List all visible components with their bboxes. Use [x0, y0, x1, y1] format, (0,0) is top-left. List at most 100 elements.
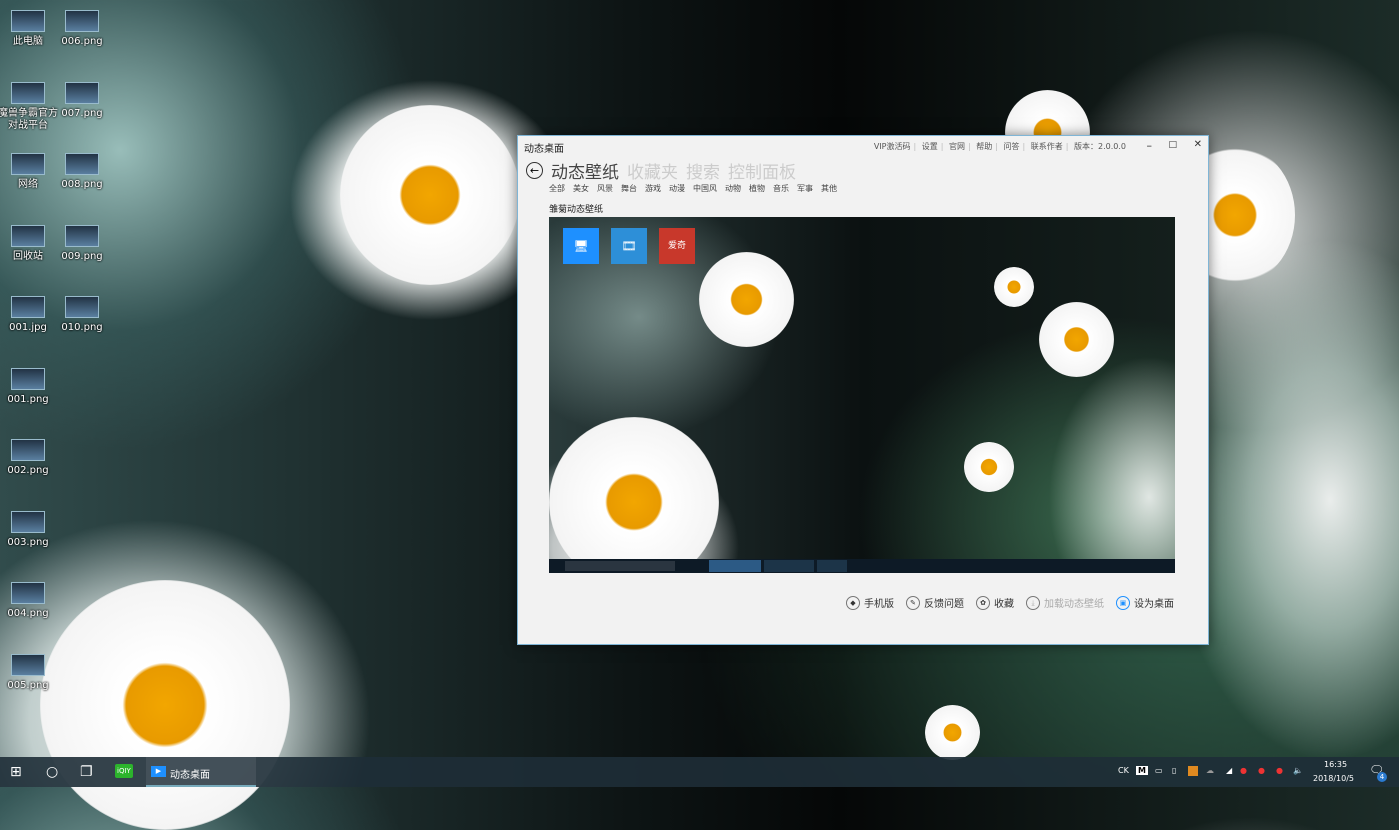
desktop-icon-label: 009.png: [61, 251, 102, 262]
clock-time[interactable]: 16:35: [1324, 760, 1347, 769]
desktop-icon[interactable]: 004.png: [0, 582, 58, 620]
wifi-icon[interactable]: ◢: [1226, 766, 1232, 775]
action-download-button[interactable]: ⤓加载动态壁纸: [1026, 595, 1104, 610]
clock-date[interactable]: 2018/10/5: [1313, 774, 1354, 783]
display-icon[interactable]: ▭: [1155, 766, 1163, 775]
tab-wallpapers[interactable]: 动态壁纸: [551, 158, 619, 183]
file-thumbnail-icon: [11, 582, 45, 604]
desktop-icon[interactable]: 010.png: [52, 296, 112, 334]
desktop-icon[interactable]: 007.png: [52, 82, 112, 120]
file-thumbnail-icon: [65, 10, 99, 32]
daisy: [925, 705, 980, 760]
version-label: 版本：2.0.0.0: [1074, 142, 1126, 151]
qq-icon[interactable]: ●: [1240, 766, 1247, 775]
volume-icon[interactable]: 🔈: [1293, 766, 1303, 775]
desktop-icon[interactable]: 006.png: [52, 10, 112, 48]
desktop-icon[interactable]: 005.png: [0, 654, 58, 692]
file-thumbnail-icon: [65, 296, 99, 318]
qq-icon[interactable]: ●: [1276, 766, 1283, 775]
desktop-icon[interactable]: 002.png: [0, 439, 58, 477]
file-thumbnail-icon: [65, 225, 99, 247]
desktop-icon[interactable]: 008.png: [52, 153, 112, 191]
android-icon: ◆: [846, 596, 860, 610]
category-7[interactable]: 动物: [725, 183, 741, 194]
action-label: 手机版: [864, 595, 894, 610]
tab-favorites[interactable]: 收藏夹: [627, 158, 678, 183]
action-label: 设为桌面: [1134, 595, 1174, 610]
notification-count: 4: [1377, 772, 1387, 782]
header-links: VIP激活码| 设置| 官网| 帮助| 问答| 联系作者| 版本：2.0.0.0: [874, 141, 1126, 152]
action-label: 反馈问题: [924, 595, 964, 610]
desktop-icon-label: 007.png: [61, 108, 102, 119]
cortana-icon[interactable]: ○: [46, 764, 58, 780]
daisy: [549, 417, 719, 573]
desktop-icon-label: 004.png: [7, 608, 48, 619]
wallpaper-preview[interactable]: 🖥 🎞 爱奇: [549, 217, 1175, 573]
desktop-icon-label: 001.jpg: [9, 322, 47, 333]
play-icon: ▶: [151, 766, 166, 777]
category-5[interactable]: 动漫: [669, 183, 685, 194]
category-11[interactable]: 其他: [821, 183, 837, 194]
desktop-icon[interactable]: 009.png: [52, 225, 112, 263]
minimize-button[interactable]: –: [1147, 139, 1153, 152]
download-icon: ⤓: [1026, 596, 1040, 610]
website-link[interactable]: 官网: [949, 142, 965, 151]
taskbar-app-dynamic-desktop[interactable]: ▶ 动态桌面: [146, 757, 256, 787]
taskbar: ⊞ ○ ❐ iQIY ▶ 动态桌面 CK M ▭ ▯ ☁ ◢ ● ● ● 🔈 1…: [0, 757, 1399, 787]
contact-link[interactable]: 联系作者: [1031, 142, 1063, 151]
preview-tile: 🎞: [611, 228, 647, 264]
maximize-button[interactable]: □: [1168, 140, 1177, 150]
file-thumbnail-icon: [65, 153, 99, 175]
desktop-icon-label: 003.png: [7, 537, 48, 548]
file-thumbnail-icon: [11, 296, 45, 318]
m-app-icon[interactable]: M: [1136, 766, 1148, 775]
category-4[interactable]: 游戏: [645, 183, 661, 194]
action-android-button[interactable]: ◆ 手机版: [846, 595, 894, 610]
category-2[interactable]: 风景: [597, 183, 613, 194]
category-3[interactable]: 舞台: [621, 183, 637, 194]
category-1[interactable]: 美女: [573, 183, 589, 194]
tab-control-panel[interactable]: 控制面板: [728, 158, 796, 183]
wallpaper-title: 雏菊动态壁纸: [549, 202, 603, 215]
desktop-icon[interactable]: 001.jpg: [0, 296, 58, 334]
desktop-icon[interactable]: 网络: [0, 153, 58, 191]
action-favorite-button[interactable]: ✿收藏: [976, 595, 1014, 610]
action-feedback-button[interactable]: ✎ 反馈问题: [906, 595, 964, 610]
tray-app-icon[interactable]: [1188, 766, 1198, 776]
category-6[interactable]: 中国风: [693, 183, 717, 194]
onedrive-icon[interactable]: ☁: [1206, 766, 1214, 775]
usb-icon[interactable]: ▯: [1172, 766, 1176, 775]
desktop-icon-label: 此电脑: [13, 36, 43, 47]
windows-start-icon[interactable]: ⊞: [10, 764, 22, 780]
category-9[interactable]: 音乐: [773, 183, 789, 194]
close-button[interactable]: ✕: [1194, 139, 1202, 150]
settings-link[interactable]: 设置: [922, 142, 938, 151]
qq-icon[interactable]: ●: [1258, 766, 1265, 775]
help-link[interactable]: 帮助: [976, 142, 992, 151]
ime-indicator[interactable]: CK: [1118, 766, 1129, 775]
qa-link[interactable]: 问答: [1004, 142, 1020, 151]
back-arrow-icon[interactable]: ←: [526, 162, 543, 179]
preview-tile: 🖥: [563, 228, 599, 264]
action-set-desktop-button[interactable]: ▣设为桌面: [1116, 595, 1174, 610]
desktop-icon[interactable]: 001.png: [0, 368, 58, 406]
desktop-icon[interactable]: 003.png: [0, 511, 58, 549]
tab-search[interactable]: 搜索: [686, 158, 720, 183]
iqiyi-icon[interactable]: iQIY: [115, 764, 133, 778]
category-10[interactable]: 军事: [797, 183, 813, 194]
desktop-icon-label: 网络: [18, 179, 38, 190]
file-thumbnail-icon: [11, 654, 45, 676]
desktop-icon[interactable]: 此电脑: [0, 10, 58, 48]
preview-tile: 爱奇: [659, 228, 695, 264]
feedback-icon: ✎: [906, 596, 920, 610]
desktop-icon[interactable]: 魔兽争霸官方对战平台: [0, 82, 58, 132]
task-view-icon[interactable]: ❐: [80, 764, 93, 780]
favorite-icon: ✿: [976, 596, 990, 610]
vip-link[interactable]: VIP激活码: [874, 142, 911, 151]
category-0[interactable]: 全部: [549, 183, 565, 194]
category-8[interactable]: 植物: [749, 183, 765, 194]
daisy: [40, 580, 290, 830]
desktop-icon-label: 魔兽争霸官方对战平台: [0, 108, 58, 131]
desktop-icon-label: 001.png: [7, 394, 48, 405]
desktop-icon[interactable]: 回收站: [0, 225, 58, 263]
